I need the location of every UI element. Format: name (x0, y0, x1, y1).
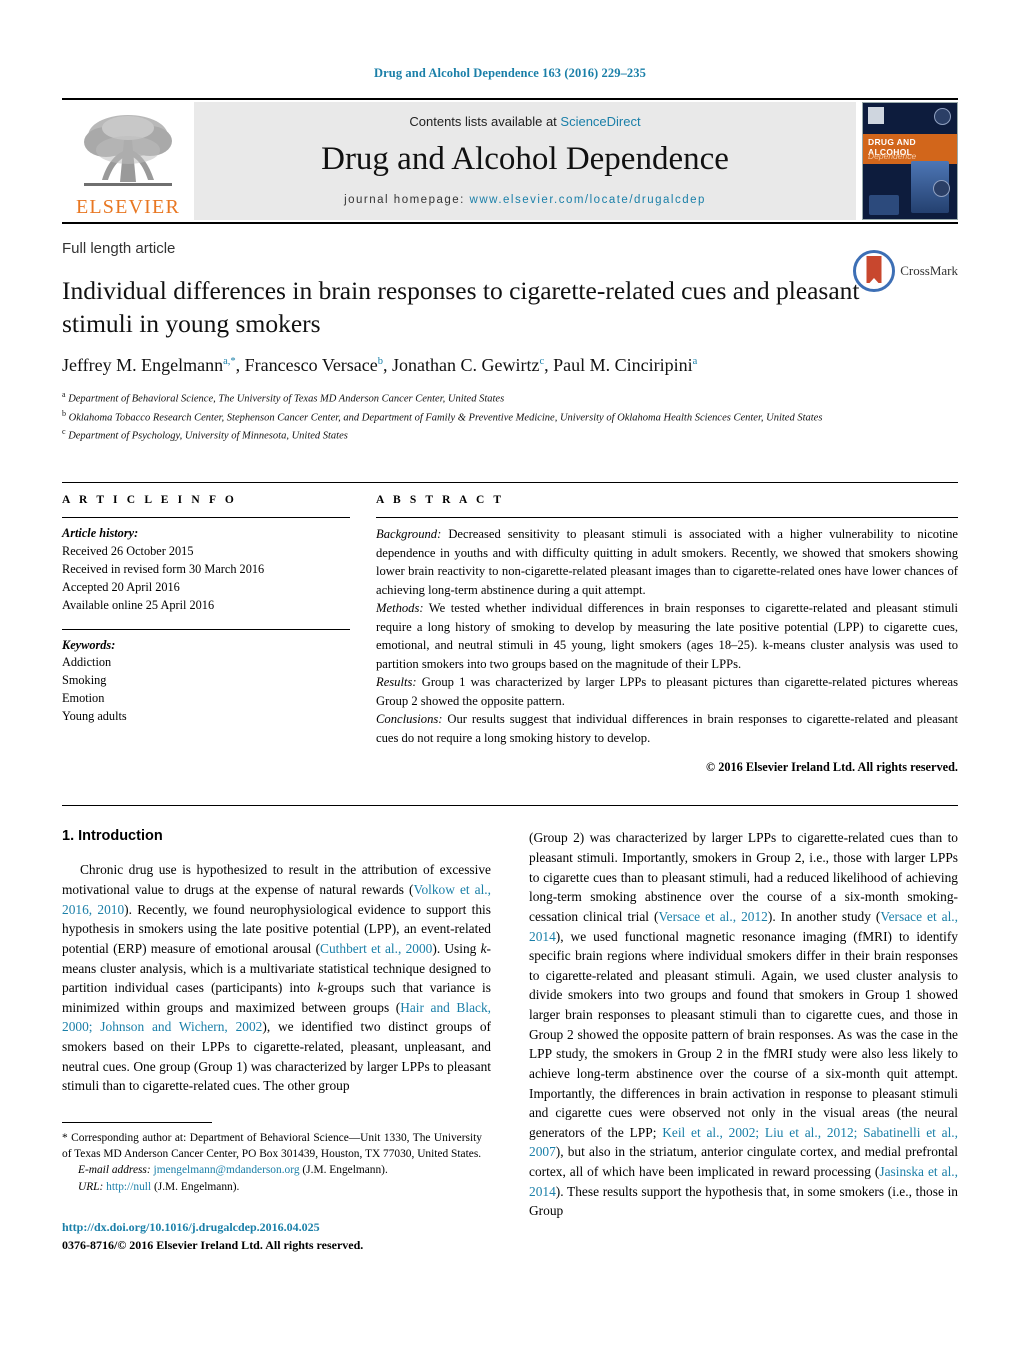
keyword-item: Emotion (62, 691, 105, 706)
article-info-rule (62, 517, 350, 519)
contents-prefix: Contents lists available at (409, 114, 561, 129)
journal-homepage-link[interactable]: www.elsevier.com/locate/drugalcdep (470, 194, 706, 206)
email-note: E-mail address: jmengelmann@mdanderson.o… (62, 1162, 482, 1178)
doi-line: http://dx.doi.org/10.1016/j.drugalcdep.2… (62, 1218, 363, 1236)
body-top-rule (62, 805, 958, 807)
abstract-results: Results: Group 1 was characterized by la… (376, 673, 958, 710)
article-type-label: Full length article (62, 240, 176, 257)
email-label: E-mail address: (78, 1164, 151, 1177)
homepage-prefix: journal homepage: (344, 194, 470, 206)
url-label: URL: (78, 1180, 104, 1193)
history-revised: Received in revised form 30 March 2016 (62, 562, 265, 577)
keyword-item: Addiction (62, 655, 112, 670)
cover-cup-art (869, 195, 899, 215)
article-header: Full length article Individual differenc… (62, 224, 958, 444)
paper-page: Drug and Alcohol Dependence 163 (2016) 2… (0, 0, 1020, 1351)
url-note: URL: http://null (J.M. Engelmann). (62, 1179, 482, 1195)
history-online: Available online 25 April 2016 (62, 597, 215, 612)
affiliation-marker-a: a (62, 390, 66, 400)
affiliation-text-c: Department of Psychology, University of … (68, 430, 348, 442)
journal-masthead: ELSEVIER Contents lists available at Sci… (62, 98, 958, 224)
affiliation-text-b: Oklahoma Tobacco Research Center, Stephe… (68, 412, 823, 424)
section-heading-introduction: 1. Introduction (62, 828, 163, 845)
intro-paragraph-right: (Group 2) was characterized by larger LP… (529, 830, 959, 1219)
footnote-block: * Corresponding author at: Department of… (62, 1122, 482, 1195)
corresponding-author-note: * Corresponding author at: Department of… (62, 1132, 482, 1161)
abstract-heading: A B S T R A C T (376, 494, 505, 507)
abstract-methods: Methods: We tested whether individual di… (376, 599, 958, 673)
affiliation-list: a Department of Behavioral Science, The … (62, 389, 958, 444)
keywords-rule (62, 628, 350, 630)
abstract-conclusions-text: Our results suggest that individual diff… (376, 712, 958, 745)
info-abstract-top-rule (62, 482, 958, 484)
history-received: Received 26 October 2015 (62, 544, 194, 559)
article-info-heading: A R T I C L E I N F O (62, 494, 237, 507)
url-link[interactable]: http://null (106, 1181, 151, 1193)
keyword-item: Smoking (62, 673, 107, 688)
cover-badge-bottom (933, 180, 950, 197)
abstract-conclusions: Conclusions: Our results suggest that in… (376, 710, 958, 747)
journal-homepage-line: journal homepage: www.elsevier.com/locat… (344, 194, 706, 206)
footnote-rule (62, 1122, 212, 1123)
journal-cover-thumbnail: DRUG AND ALCOHOL Dependence (862, 102, 958, 220)
crossmark-label: CrossMark (900, 263, 958, 278)
abstract-methods-text: We tested whether individual differences… (376, 601, 958, 671)
abstract-background: Background: Decreased sensitivity to ple… (376, 525, 958, 599)
abstract-results-text: Group 1 was characterized by larger LPPs… (376, 675, 958, 708)
crossmark-icon (853, 250, 896, 292)
affiliation-b: b Oklahoma Tobacco Research Center, Step… (62, 408, 958, 426)
page-title: Individual differences in brain response… (62, 276, 860, 338)
affiliation-marker-c: c (62, 427, 66, 437)
crossmark-badge[interactable]: CrossMark (853, 250, 958, 292)
email-link[interactable]: jmengelmann@mdanderson.org (154, 1164, 300, 1176)
history-accepted: Accepted 20 April 2016 (62, 579, 180, 594)
crossmark-triangle (866, 278, 883, 287)
keywords-block: Keywords: Addiction Smoking Emotion Youn… (62, 637, 350, 726)
sciencedirect-link[interactable]: ScienceDirect (560, 114, 640, 129)
abstract-column: A B S T R A C T Background: Decreased se… (376, 494, 958, 775)
author-list: Jeffrey M. Engelmanna,*, Francesco Versa… (62, 355, 698, 376)
abstract-background-label: Background: (376, 527, 442, 542)
abstract-background-text: Decreased sensitivity to pleasant stimul… (376, 527, 958, 597)
article-info-column: A R T I C L E I N F O Article history: R… (62, 494, 350, 775)
abstract-results-label: Results: (376, 675, 417, 690)
journal-title: Drug and Alcohol Dependence (321, 141, 729, 177)
cover-subtitle: Dependence (868, 151, 917, 162)
article-history-label: Article history: (62, 526, 139, 541)
abstract-rule (376, 517, 958, 519)
intro-paragraph-left: Chronic drug use is hypothesized to resu… (62, 862, 492, 1094)
issn-copyright-line: 0376-8716/© 2016 Elsevier Ireland Ltd. A… (62, 1238, 364, 1252)
elsevier-logo: ELSEVIER (62, 98, 194, 224)
abstract-methods-label: Methods: (376, 601, 424, 616)
affiliation-text-a: Department of Behavioral Science, The Un… (68, 393, 505, 405)
cover-elsevier-mark (868, 107, 884, 124)
doi-link[interactable]: http://dx.doi.org/10.1016/j.drugalcdep.2… (62, 1220, 320, 1234)
affiliation-marker-b: b (62, 408, 66, 418)
elsevier-wordmark: ELSEVIER (75, 195, 181, 218)
running-head: Drug and Alcohol Dependence 163 (2016) 2… (374, 66, 646, 80)
abstract-copyright: © 2016 Elsevier Ireland Ltd. All rights … (705, 760, 958, 775)
affiliation-a: a Department of Behavioral Science, The … (62, 389, 958, 407)
keywords-label: Keywords: (62, 637, 116, 652)
info-abstract-section: A R T I C L E I N F O Article history: R… (62, 482, 958, 775)
cover-badge-top (934, 108, 951, 125)
doi-footer: http://dx.doi.org/10.1016/j.drugalcdep.2… (62, 1218, 363, 1254)
affiliation-c: c Department of Psychology, University o… (62, 426, 958, 444)
article-history-block: Article history: Received 26 October 201… (62, 525, 350, 614)
contents-available-line: Contents lists available at ScienceDirec… (409, 114, 640, 129)
url-attribution: (J.M. Engelmann). (153, 1180, 240, 1193)
body-column-right: (Group 2) was characterized by larger LP… (529, 828, 958, 1221)
keyword-item: Young adults (62, 708, 127, 723)
masthead-top-rule (62, 98, 958, 100)
journal-band: Contents lists available at ScienceDirec… (194, 102, 856, 220)
abstract-body: Background: Decreased sensitivity to ple… (376, 525, 958, 747)
abstract-conclusions-label: Conclusions: (376, 712, 443, 727)
elsevier-tree-icon (84, 114, 172, 186)
email-attribution: (J.M. Engelmann). (302, 1164, 388, 1177)
